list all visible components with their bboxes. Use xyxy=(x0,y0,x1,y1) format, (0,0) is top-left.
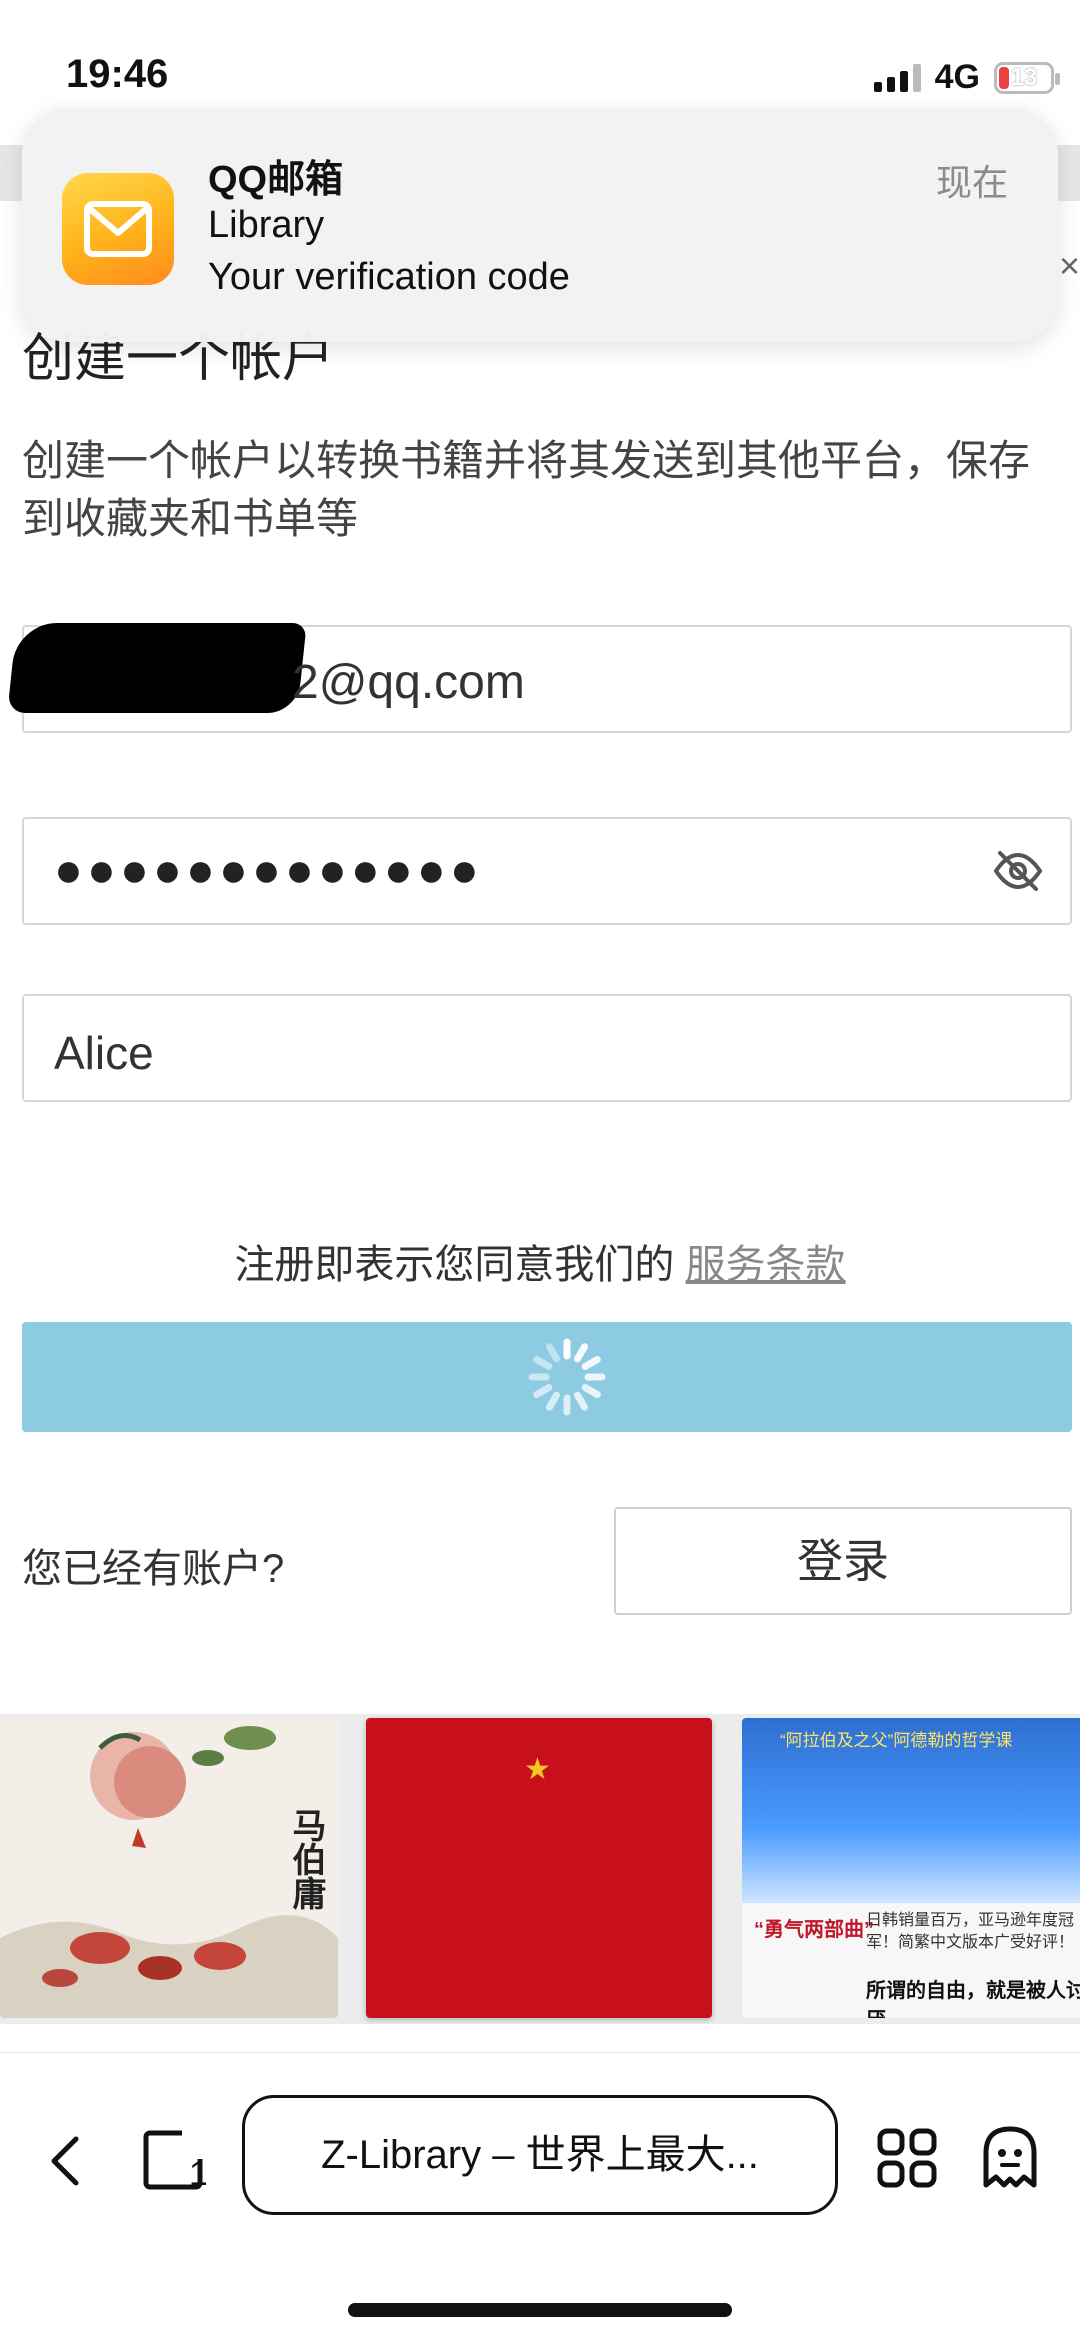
battery-level: 13 xyxy=(1010,63,1038,91)
home-indicator[interactable] xyxy=(348,2303,732,2317)
book-cover[interactable]: “阿拉伯及之父”阿德勒的哲学课 “勇气两部曲” 日韩销量百万，亚马逊年度冠军！简… xyxy=(742,1718,1080,2018)
book-blurb: 日韩销量百万，亚马逊年度冠军！简繁中文版本广受好评！ xyxy=(866,1912,1075,1951)
network-type: 4G xyxy=(934,58,980,96)
login-button[interactable]: 登录 xyxy=(614,1507,1072,1615)
tabs-icon[interactable]: 1 xyxy=(142,2127,208,2196)
eye-slash-icon[interactable] xyxy=(992,847,1044,900)
signal-icon xyxy=(873,63,921,92)
book-cover[interactable]: ★ xyxy=(366,1718,712,2018)
browser-toolbar: 1 Z-Library – 世界上最大... xyxy=(0,2052,1080,2339)
notification-banner[interactable]: QQ邮箱 Library Your verification code 现在 xyxy=(22,108,1058,342)
notification-title: Library xyxy=(208,204,325,246)
book-title: 所谓的自由，就是被人讨厌 xyxy=(866,1978,1080,2018)
books-carousel[interactable]: 马伯庸 ★ “阿拉伯及之父”阿德勒的哲学课 “勇气两部曲” 日韩销量百万，亚马逊… xyxy=(0,1714,1080,2024)
close-icon[interactable]: × xyxy=(1059,245,1080,287)
envelope-icon xyxy=(62,173,174,285)
notification-time: 现在 xyxy=(935,162,1008,203)
notification-app-name: QQ邮箱 xyxy=(208,159,344,201)
terms-notice: 注册即表示您同意我们的 服务条款 xyxy=(0,1232,1080,1290)
book-cover[interactable]: 马伯庸 xyxy=(0,1718,338,2018)
page-subtitle: 创建一个帐户以转换书籍并将其发送到其他平台，保存到收藏夹和书单等 xyxy=(22,437,1031,542)
name-field[interactable]: Alice xyxy=(22,994,1072,1102)
register-button[interactable] xyxy=(22,1322,1072,1432)
notification-body: Your verification code xyxy=(208,256,570,298)
status-time: 19:46 xyxy=(66,52,169,96)
book-tagline: “阿拉伯及之父”阿德勒的哲学课 xyxy=(780,1731,1013,1750)
loading-spinner-icon xyxy=(528,1338,606,1416)
login-prompt: 您已经有账户? xyxy=(22,1547,285,1591)
name-value: Alice xyxy=(54,1027,154,1079)
apps-grid-icon[interactable] xyxy=(876,2127,938,2194)
book-series-badge: “勇气两部曲” xyxy=(754,1919,874,1941)
battery-icon: 13 xyxy=(994,61,1060,94)
tab-count: 1 xyxy=(189,2155,206,2191)
book-author: 马伯庸 xyxy=(286,1808,326,1910)
star-icon: ★ xyxy=(524,1753,551,1786)
ghost-icon[interactable] xyxy=(980,2125,1040,2194)
address-bar[interactable]: Z-Library – 世界上最大... xyxy=(242,2095,838,2215)
terms-text: 注册即表示您同意我们的 xyxy=(234,1243,675,1287)
password-field[interactable]: ●●●●●●●●●●●●● xyxy=(22,817,1072,925)
email-value: 2@qq.com xyxy=(292,656,525,709)
email-field[interactable]: 2@qq.com xyxy=(7,623,1072,733)
terms-link[interactable]: 服务条款 xyxy=(686,1243,846,1287)
back-icon[interactable] xyxy=(46,2133,86,2194)
redaction-mark xyxy=(7,623,307,713)
password-value: ●●●●●●●●●●●●● xyxy=(54,844,483,897)
status-indicators: 4G 13 xyxy=(873,58,1060,97)
